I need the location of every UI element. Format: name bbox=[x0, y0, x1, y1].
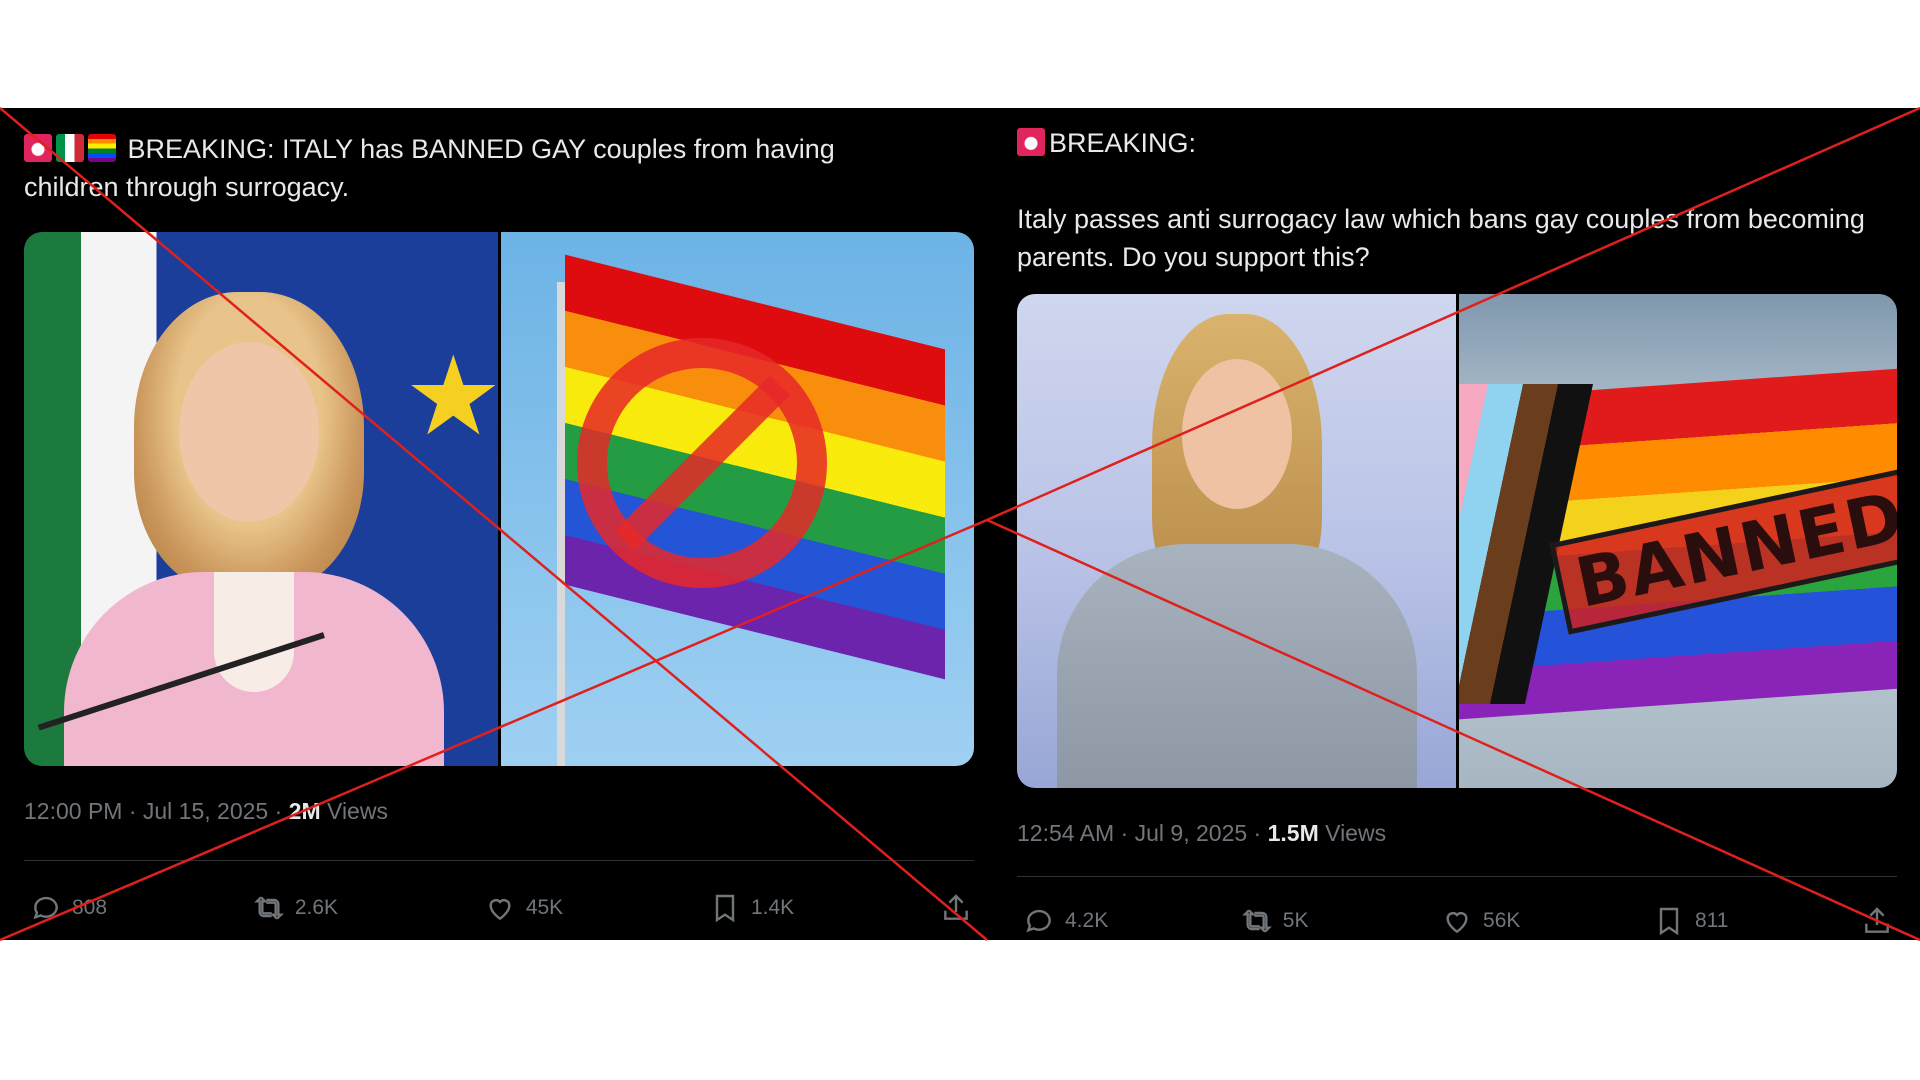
views-count: 1.5M bbox=[1267, 820, 1319, 846]
photo-politician[interactable]: ★ bbox=[24, 232, 498, 766]
divider bbox=[24, 860, 974, 861]
views-label: Views bbox=[327, 798, 388, 824]
tweet-media[interactable]: BANNED bbox=[1017, 294, 1897, 788]
bookmark-count: 1.4K bbox=[750, 896, 795, 919]
views-count: 2M bbox=[288, 798, 321, 824]
like-button[interactable]: 45K bbox=[484, 892, 563, 924]
rainbow-flag-icon bbox=[88, 134, 116, 162]
divider bbox=[1017, 876, 1897, 877]
reply-icon bbox=[33, 896, 58, 920]
police-light-icon bbox=[1017, 128, 1045, 156]
tweet-text-line-2: children through surrogacy. bbox=[24, 172, 350, 202]
italy-flag-icon bbox=[56, 134, 84, 162]
heart-icon bbox=[489, 899, 511, 921]
repost-icon bbox=[1241, 909, 1272, 933]
photo-politician-studio[interactable] bbox=[1017, 294, 1456, 788]
views-label: Views bbox=[1325, 820, 1387, 846]
repost-button[interactable]: 5K bbox=[1241, 905, 1309, 937]
bookmark-icon bbox=[715, 894, 735, 923]
like-button[interactable]: 56K bbox=[1441, 905, 1520, 937]
tweet-text-line-1-container: BREAKING: bbox=[1017, 124, 1196, 162]
person-figure bbox=[1057, 314, 1417, 788]
action-bar: 4.2K 5K 56K 811 bbox=[1023, 896, 1893, 946]
like-count: 56K bbox=[1483, 909, 1521, 932]
action-bar: 808 2.6K 45K 1.4K bbox=[30, 883, 972, 933]
repost-button[interactable]: 2.6K bbox=[253, 892, 338, 924]
tweet-text-line-1: BREAKING: bbox=[1049, 128, 1197, 158]
flag-pole bbox=[556, 282, 565, 766]
repost-count: 2.6K bbox=[294, 896, 339, 919]
tweet-card-2: BREAKING: Italy passes anti surrogacy la… bbox=[987, 108, 1920, 940]
share-button[interactable] bbox=[1861, 905, 1893, 937]
heart-icon bbox=[1446, 912, 1468, 934]
tweet-media[interactable]: ★ bbox=[24, 232, 974, 766]
tweet-text-line-2: Italy passes anti surrogacy law which ba… bbox=[1017, 204, 1865, 272]
bookmark-count: 811 bbox=[1694, 909, 1729, 932]
tweet-card-1: BREAKING: ITALY has BANNED GAY couples f… bbox=[0, 108, 987, 940]
reply-button[interactable]: 4.2K bbox=[1023, 905, 1108, 937]
reply-count: 4.2K bbox=[1065, 909, 1109, 932]
repost-count: 5K bbox=[1282, 909, 1309, 932]
photo-flag-prohibited[interactable] bbox=[497, 232, 974, 766]
bookmark-icon bbox=[1659, 907, 1679, 936]
prohibited-icon bbox=[576, 338, 827, 588]
repost-icon bbox=[253, 896, 284, 920]
person-figure bbox=[64, 272, 444, 766]
share-icon bbox=[944, 894, 968, 920]
photo-flag-banned[interactable]: BANNED bbox=[1455, 294, 1897, 788]
like-count: 45K bbox=[525, 896, 564, 919]
tweet-meta: 12:54 AM · Jul 9, 2025 · 1.5M Views bbox=[1017, 820, 1387, 846]
bookmark-button[interactable]: 1.4K bbox=[709, 892, 794, 924]
reply-count: 808 bbox=[72, 896, 108, 919]
reply-icon bbox=[1026, 909, 1051, 933]
share-icon bbox=[1865, 907, 1889, 933]
bookmark-button[interactable]: 811 bbox=[1653, 905, 1728, 937]
tweet-meta: 12:00 PM · Jul 15, 2025 · 2M Views bbox=[24, 798, 388, 824]
tweet-time[interactable]: 12:54 AM · Jul 9, 2025 bbox=[1017, 820, 1247, 846]
police-light-icon bbox=[24, 134, 52, 162]
tweet-text-line-1: BREAKING: ITALY has BANNED GAY couples f… bbox=[127, 134, 835, 164]
reply-button[interactable]: 808 bbox=[30, 892, 107, 924]
share-button[interactable] bbox=[940, 892, 972, 924]
tweet-text: BREAKING: ITALY has BANNED GAY couples f… bbox=[24, 130, 924, 206]
tweet-time[interactable]: 12:00 PM · Jul 15, 2025 bbox=[24, 798, 268, 824]
